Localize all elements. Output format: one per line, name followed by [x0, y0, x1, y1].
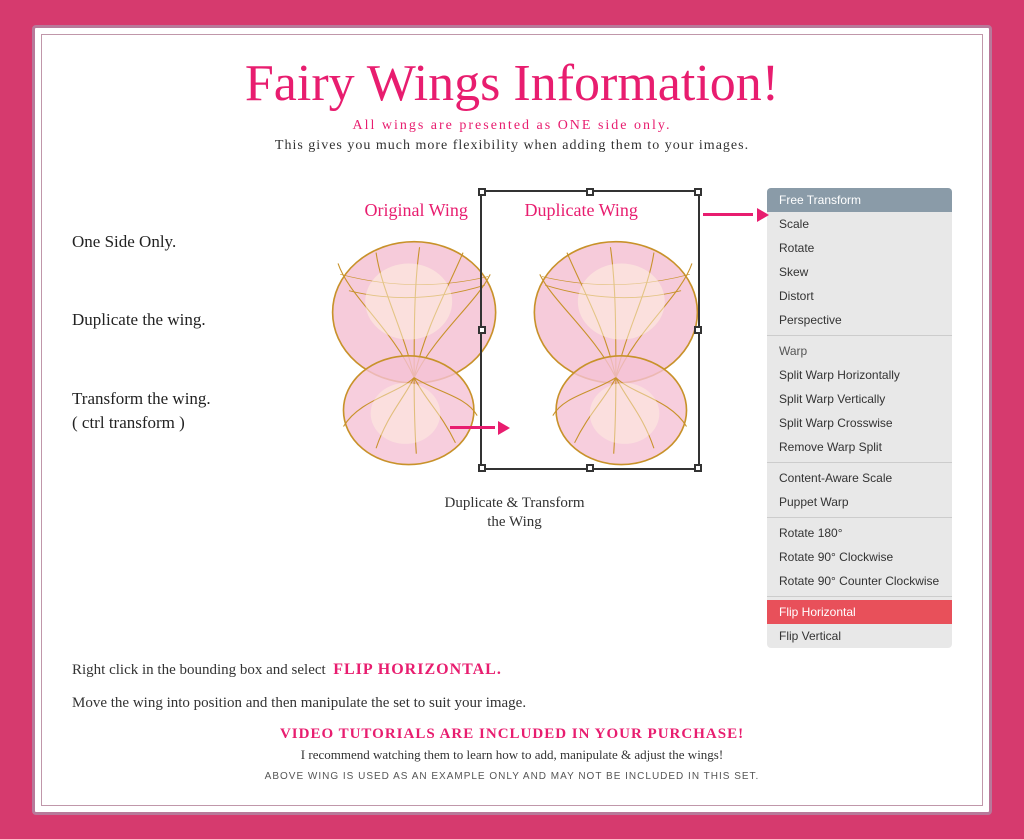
edge-handle-bottom [586, 464, 594, 472]
menu-item[interactable]: Split Warp Vertically [767, 387, 952, 411]
step3-label: Transform the wing.( ctrl transform ) [72, 387, 272, 435]
flip-instruction: Right click in the bounding box and sele… [72, 658, 952, 682]
bottom-section: Right click in the bounding box and sele… [72, 658, 952, 783]
menu-panel: Free TransformScaleRotateSkewDistortPers… [767, 188, 952, 648]
corner-handle-tr [694, 188, 702, 196]
menu-item[interactable]: Split Warp Horizontally [767, 363, 952, 387]
arrow-transform [703, 208, 769, 222]
arrow-duplicate [450, 421, 510, 435]
menu-item[interactable]: Rotate 90° Clockwise [767, 545, 952, 569]
menu-item[interactable]: Remove Warp Split [767, 435, 952, 459]
menu-item[interactable]: Scale [767, 212, 952, 236]
recommend-text: I recommend watching them to learn how t… [72, 747, 952, 763]
subtitle-pink: All wings are presented as ONE side only… [72, 118, 952, 134]
menu-item[interactable]: Split Warp Crosswise [767, 411, 952, 435]
dup-arrow-head [498, 421, 510, 435]
menu-item[interactable]: Free Transform [767, 188, 952, 212]
arrow-line [703, 213, 753, 216]
wing-label-original: Original Wing [365, 200, 468, 221]
edge-handle-left [478, 326, 486, 334]
menu-item[interactable]: Rotate 180° [767, 521, 952, 545]
menu-item[interactable]: Perspective [767, 308, 952, 332]
main-content: One Side Only. Duplicate the wing. Trans… [72, 170, 952, 648]
inner-card: Fairy Wings Information! All wings are p… [41, 34, 983, 806]
menu-item[interactable]: Content-Aware Scale [767, 466, 952, 490]
manipulate-text: Move the wing into position and then man… [72, 692, 952, 715]
menu-divider [767, 462, 952, 463]
menu-item[interactable]: Warp [767, 339, 952, 363]
disclaimer-text: ABOVE WING IS USED AS AN EXAMPLE ONLY AN… [72, 771, 952, 782]
menu-item[interactable]: Flip Vertical [767, 624, 952, 648]
left-column: One Side Only. Duplicate the wing. Trans… [72, 170, 272, 435]
right-menu: Free TransformScaleRotateSkewDistortPers… [767, 188, 952, 648]
dup-arrow-line [450, 426, 495, 429]
outer-border: Fairy Wings Information! All wings are p… [32, 25, 992, 815]
step1-label: One Side Only. [72, 230, 272, 254]
center-area: Original Wing Duplicate Wing [272, 170, 757, 533]
bounding-box [480, 190, 700, 470]
arrow-head [757, 208, 769, 222]
menu-divider [767, 335, 952, 336]
edge-handle-right [694, 326, 702, 334]
menu-item[interactable]: Puppet Warp [767, 490, 952, 514]
menu-divider [767, 517, 952, 518]
page-title: Fairy Wings Information! [72, 55, 952, 112]
menu-item[interactable]: Rotate [767, 236, 952, 260]
menu-item[interactable]: Skew [767, 260, 952, 284]
video-tutorials-text: VIDEO TUTORIALS ARE INCLUDED IN YOUR PUR… [72, 726, 952, 743]
subtitle-black: This gives you much more flexibility whe… [72, 138, 952, 154]
corner-handle-bl [478, 464, 486, 472]
menu-item[interactable]: Rotate 90° Counter Clockwise [767, 569, 952, 593]
menu-item[interactable]: Flip Horizontal [767, 600, 952, 624]
corner-handle-br [694, 464, 702, 472]
step2-label: Duplicate the wing. [72, 308, 272, 332]
corner-handle-tl [478, 188, 486, 196]
wings-container: Original Wing Duplicate Wing [305, 180, 725, 490]
menu-item[interactable]: Distort [767, 284, 952, 308]
caption-text: Duplicate & Transform the Wing [445, 494, 585, 533]
edge-handle-top [586, 188, 594, 196]
menu-divider [767, 596, 952, 597]
